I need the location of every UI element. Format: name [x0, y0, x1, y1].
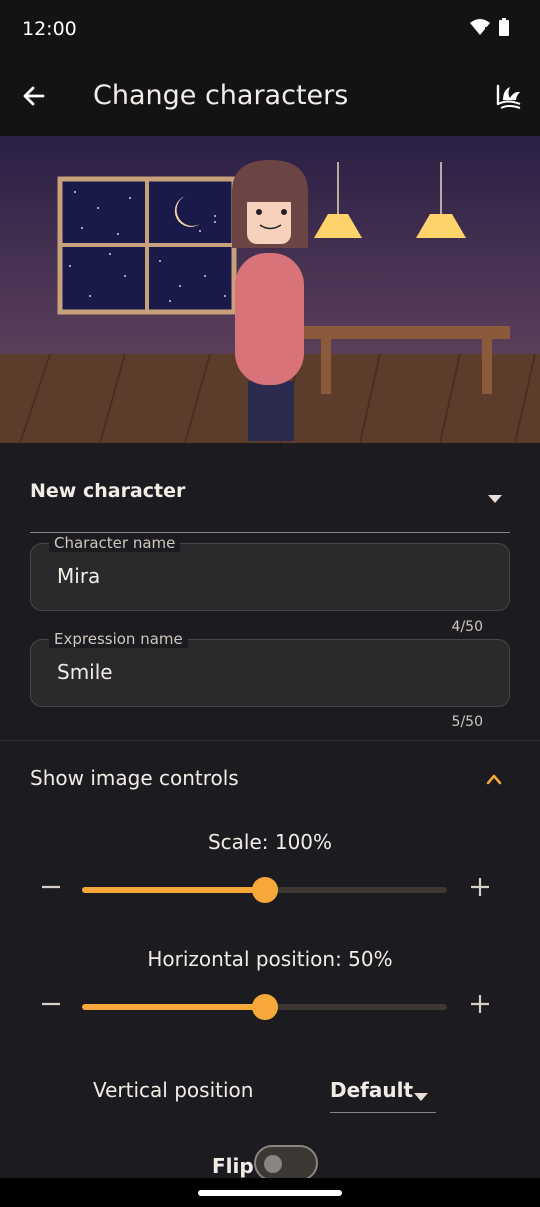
character-name-counter: 4/50	[451, 619, 483, 635]
flip-switch-knob	[264, 1155, 282, 1173]
chevron-up-icon	[486, 770, 502, 789]
scale-slider[interactable]	[82, 877, 447, 903]
wifi-icon	[470, 18, 490, 40]
section-divider	[0, 740, 540, 741]
scale-decrease-button[interactable]	[36, 874, 66, 904]
scene-window	[57, 176, 237, 315]
expression-name-label: Expression name	[49, 630, 188, 648]
horizontal-slider[interactable]	[82, 994, 447, 1020]
vertical-position-select[interactable]: Default	[330, 1070, 436, 1113]
scene-action-button[interactable]	[490, 80, 526, 116]
back-button[interactable]	[16, 80, 52, 116]
character-select[interactable]: New character	[30, 462, 510, 533]
dropdown-arrow-icon	[488, 488, 502, 507]
minus-icon	[41, 877, 61, 901]
app-bar: Change characters	[0, 60, 540, 136]
scale-slider-thumb[interactable]	[251, 877, 278, 903]
page-title: Change characters	[93, 80, 349, 111]
scene-icon	[494, 82, 522, 114]
back-arrow-icon	[21, 83, 47, 113]
home-handle[interactable]	[198, 1190, 342, 1196]
image-controls-label: Show image controls	[30, 766, 239, 790]
status-bar: 12:00	[0, 0, 540, 60]
minus-icon	[41, 994, 61, 1018]
expression-name-counter: 5/50	[451, 714, 483, 730]
image-controls-toggle[interactable]: Show image controls	[30, 760, 510, 796]
character-name-field[interactable]: Character name Mira	[30, 534, 510, 611]
horizontal-increase-button[interactable]	[465, 991, 495, 1021]
expression-name-field[interactable]: Expression name Smile	[30, 630, 510, 707]
flip-switch[interactable]	[254, 1145, 318, 1181]
vertical-position-label: Vertical position	[93, 1078, 254, 1102]
plus-icon	[470, 877, 490, 901]
scale-slider-row	[30, 870, 510, 910]
horizontal-decrease-button[interactable]	[36, 991, 66, 1021]
status-icons	[470, 18, 510, 40]
vertical-position-value: Default	[330, 1078, 414, 1102]
horizontal-slider-thumb[interactable]	[251, 994, 278, 1020]
character-name-label: Character name	[49, 534, 181, 552]
horizontal-slider-row	[30, 987, 510, 1027]
status-time: 12:00	[22, 18, 77, 40]
scale-slider-fill	[82, 887, 265, 893]
character-name-value[interactable]: Mira	[57, 564, 100, 588]
horizontal-slider-fill	[82, 1004, 265, 1010]
scene-preview	[0, 136, 540, 444]
scale-increase-button[interactable]	[465, 874, 495, 904]
dropdown-arrow-icon	[414, 1086, 428, 1105]
battery-icon	[498, 18, 510, 40]
scale-label: Scale: 100%	[207, 830, 333, 854]
expression-name-value[interactable]: Smile	[57, 660, 113, 684]
character-select-label: New character	[30, 480, 186, 502]
horizontal-position-label: Horizontal position: 50%	[147, 947, 393, 971]
navigation-bar	[0, 1178, 540, 1207]
flip-label: Flip	[212, 1154, 254, 1178]
plus-icon	[470, 994, 490, 1018]
